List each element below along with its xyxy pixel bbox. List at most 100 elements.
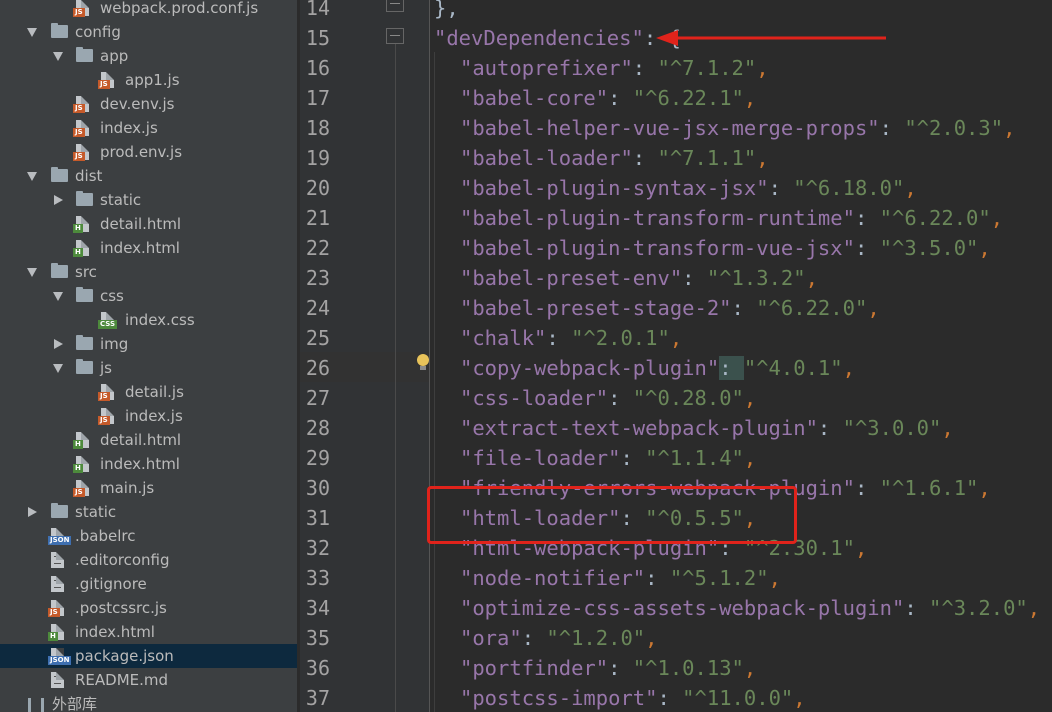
tree-item-label: js [100, 359, 112, 377]
expand-arrow-icon[interactable] [25, 25, 39, 39]
tree-folder[interactable]: img [0, 332, 297, 356]
code-token: : [632, 56, 658, 80]
code-token: "^1.3.2" [706, 266, 806, 290]
tree-item-label: config [75, 23, 121, 41]
code-line[interactable]: "node-notifier": "^5.1.2", [460, 563, 781, 593]
code-token: : [854, 476, 880, 500]
tree-file[interactable]: README.md [0, 668, 297, 692]
tree-item-label: 外部库 [52, 695, 98, 712]
tree-file[interactable]: .editorconfig [0, 548, 297, 572]
code-token: , [904, 176, 917, 200]
tree-file[interactable]: JS .postcssrc.js [0, 596, 297, 620]
code-line[interactable]: }, [434, 0, 459, 23]
code-line[interactable]: "portfinder": "^1.0.13", [460, 653, 756, 683]
code-line[interactable]: "copy-webpack-plugin": "^4.0.1", [460, 353, 855, 383]
code-line[interactable]: "chalk": "^2.0.1", [460, 323, 682, 353]
tree-folder[interactable]: css [0, 284, 297, 308]
code-line[interactable]: "autoprefixer": "^7.1.2", [460, 53, 769, 83]
code-line[interactable]: "css-loader": "^0.28.0", [460, 383, 756, 413]
code-token: "babel-preset-env" [460, 266, 683, 290]
code-line[interactable]: "optimize-css-assets-webpack-plugin": "^… [460, 593, 1040, 623]
code-token: "postcss-import" [460, 686, 658, 710]
line-number: 16 [305, 56, 330, 80]
expand-arrow-icon[interactable] [51, 49, 65, 63]
code-line[interactable]: "ora": "^1.2.0", [460, 623, 658, 653]
code-token: , [756, 56, 769, 80]
expand-arrow-icon[interactable] [51, 289, 65, 303]
tree-file[interactable]: JSON package.json [0, 644, 297, 668]
code-token: "^11.0.0" [682, 686, 794, 710]
code-token: "^1.6.1" [879, 476, 979, 500]
code-token: "^2.0.1" [571, 326, 670, 350]
tree-file[interactable]: CSS index.css [0, 308, 297, 332]
tree-file[interactable]: Hindex.html [0, 620, 297, 644]
expand-arrow-icon[interactable] [25, 265, 39, 279]
code-token: : [879, 116, 905, 140]
js-file-icon: JS [73, 480, 89, 497]
tree-file[interactable]: JS main.js [0, 476, 297, 500]
js-badge: JS [98, 416, 110, 425]
tree-item-label: prod.env.js [100, 143, 183, 161]
code-token: "babel-plugin-syntax-jsx" [460, 176, 769, 200]
tree-file[interactable]: JS app1.js [0, 68, 297, 92]
code-line[interactable]: "babel-preset-env": "^1.3.2", [460, 263, 818, 293]
collapse-arrow-icon[interactable] [51, 337, 65, 351]
tree-file[interactable]: .gitignore [0, 572, 297, 596]
tree-file[interactable]: JS webpack.prod.conf.js [0, 0, 297, 20]
tree-folder[interactable]: src [0, 260, 297, 284]
code-line[interactable]: "babel-loader": "^7.1.1", [460, 143, 769, 173]
tree-folder[interactable]: static [0, 500, 297, 524]
code-token: , [941, 416, 954, 440]
expand-arrow-icon[interactable] [51, 361, 65, 375]
tree-folder[interactable]: js [0, 356, 297, 380]
html-file-icon: H [73, 432, 89, 449]
fold-end-icon[interactable] [386, 0, 404, 12]
tree-file[interactable]: JS index.js [0, 404, 297, 428]
fold-start-icon[interactable] [386, 28, 404, 44]
line-number: 32 [305, 536, 330, 560]
tree-item-label: main.js [100, 479, 155, 497]
code-line[interactable]: "babel-core": "^6.22.1", [460, 83, 756, 113]
html-file-icon: H [73, 240, 89, 257]
code-token: "^3.0.0" [842, 416, 942, 440]
code-token: , [793, 686, 806, 710]
tree-file[interactable]: JSON .babelrc [0, 524, 297, 548]
code-line[interactable]: "devDependencies": { [434, 23, 681, 53]
tree-folder[interactable]: app [0, 44, 297, 68]
code-line[interactable]: "babel-plugin-syntax-jsx": "^6.18.0", [460, 173, 917, 203]
code-line[interactable]: "extract-text-webpack-plugin": "^3.0.0", [460, 413, 954, 443]
tree-file[interactable]: Hdetail.html [0, 212, 297, 236]
code-token: "file-loader" [460, 446, 621, 470]
tree-file[interactable]: JS prod.env.js [0, 140, 297, 164]
js-file-icon: JS [73, 120, 89, 137]
tree-folder[interactable]: dist [0, 164, 297, 188]
tree-file[interactable]: Hindex.html [0, 452, 297, 476]
code-token: : [731, 296, 757, 320]
line-number: 31 [305, 506, 330, 530]
tree-file[interactable]: JS dev.env.js [0, 92, 297, 116]
code-line[interactable]: "babel-plugin-transform-vue-jsx": "^3.5.… [460, 233, 991, 263]
tree-folder[interactable]: config [0, 20, 297, 44]
tree-file[interactable]: 外部库 [0, 692, 297, 712]
text-file-icon [51, 576, 64, 592]
code-line[interactable]: "file-loader": "^1.1.4", [460, 443, 756, 473]
tree-file[interactable]: Hdetail.html [0, 428, 297, 452]
tree-item-label: app [100, 47, 129, 65]
code-line[interactable]: "babel-helper-vue-jsx-merge-props": "^2.… [460, 113, 1015, 143]
html-file-icon: H [73, 216, 89, 233]
expand-arrow-icon[interactable] [25, 169, 39, 183]
tree-file[interactable]: Hindex.html [0, 236, 297, 260]
code-line[interactable]: "postcss-import": "^11.0.0", [460, 683, 806, 712]
tree-folder[interactable]: static [0, 188, 297, 212]
tree-item-label: index.html [75, 623, 155, 641]
collapse-arrow-icon[interactable] [51, 193, 65, 207]
tree-file[interactable]: JS detail.js [0, 380, 297, 404]
tree-file[interactable]: JS index.js [0, 116, 297, 140]
collapse-arrow-icon[interactable] [25, 505, 39, 519]
js-badge: JS [73, 152, 85, 161]
intention-bulb-icon[interactable] [416, 354, 430, 372]
code-token: , [867, 296, 880, 320]
code-line[interactable]: "babel-plugin-transform-runtime": "^6.22… [460, 203, 1003, 233]
code-line[interactable]: "babel-preset-stage-2": "^6.22.0", [460, 293, 880, 323]
code-token: "^4.0.1" [743, 356, 843, 380]
